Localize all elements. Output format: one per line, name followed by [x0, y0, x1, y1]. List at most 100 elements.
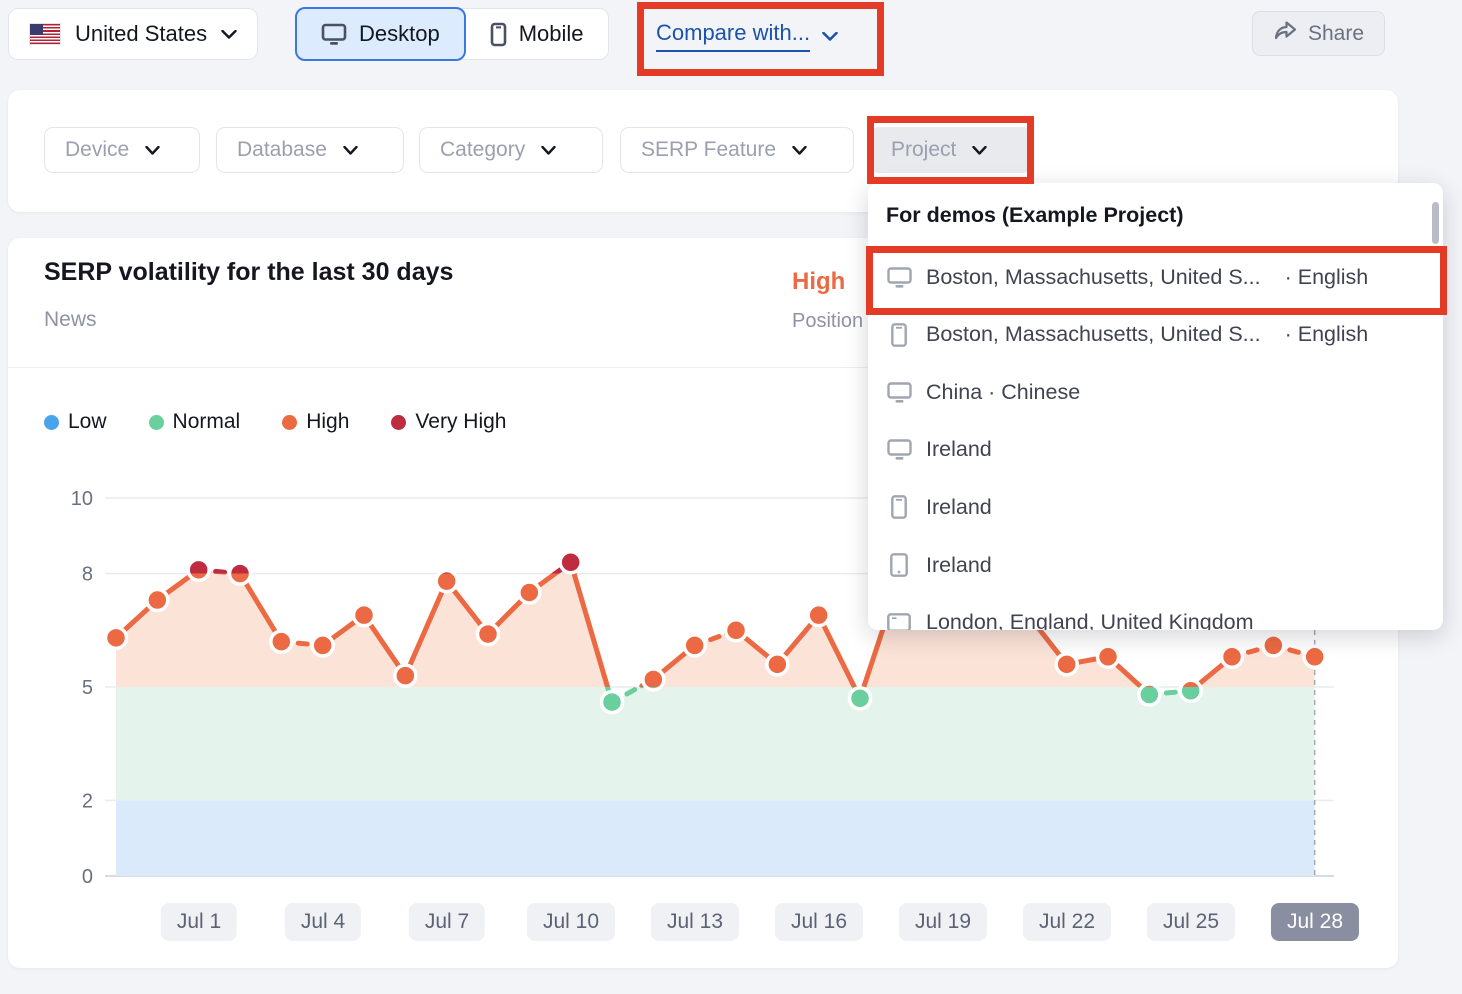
project-option-language: · English [1285, 265, 1369, 290]
database-filter-label: Database [237, 138, 327, 162]
project-option-3[interactable]: Ireland [868, 421, 1443, 479]
database-filter-button[interactable]: Database [216, 127, 404, 173]
mobile-label: Mobile [519, 21, 584, 47]
desktop-icon [321, 23, 347, 46]
data-point-jul-5[interactable] [354, 605, 375, 626]
data-point-jul-24[interactable] [1139, 684, 1160, 705]
tablet-landscape-icon [886, 613, 912, 630]
data-point-jul-10[interactable] [560, 552, 581, 573]
semrush-sensor-page: United States Desktop Mobile Compare wit… [0, 0, 1462, 994]
project-option-language: · English [1285, 322, 1369, 347]
data-point-jul-15[interactable] [767, 654, 788, 675]
legend-item-low: Low [44, 410, 107, 434]
tablet-icon [886, 553, 912, 577]
data-point-jul-27[interactable] [1263, 635, 1284, 656]
x-tick-jul-22[interactable]: Jul 22 [1023, 903, 1111, 941]
desktop-toggle-button[interactable]: Desktop [295, 7, 466, 61]
legend-dot [149, 415, 164, 430]
data-point-jul-25[interactable] [1180, 680, 1201, 701]
y-axis-label-5: 5 [82, 677, 93, 699]
project-option-name: Ireland [926, 495, 992, 520]
legend-label: Low [68, 410, 107, 434]
project-option-2[interactable]: China · Chinese [868, 363, 1443, 421]
data-point-jul-2[interactable] [230, 563, 251, 584]
y-axis-label-2: 2 [82, 790, 93, 812]
legend-dot [44, 415, 59, 430]
device-filter-label: Device [65, 138, 129, 162]
mobile-icon [886, 495, 912, 519]
share-arrow-icon [1273, 20, 1298, 47]
data-point-jul-11[interactable] [602, 692, 623, 713]
data-point-jul-8[interactable] [478, 624, 499, 645]
desktop-label: Desktop [359, 21, 440, 47]
project-option-5[interactable]: Ireland [868, 536, 1443, 594]
x-tick-jul-7[interactable]: Jul 7 [409, 903, 485, 941]
x-tick-jul-4[interactable]: Jul 4 [285, 903, 361, 941]
dropdown-scrollbar[interactable] [1432, 202, 1439, 244]
project-option-0[interactable]: Boston, Massachusetts, United S... · Engl… [868, 248, 1443, 306]
legend-item-normal: Normal [149, 410, 241, 434]
legend-dot [391, 415, 406, 430]
data-point-jul-1[interactable] [188, 559, 209, 580]
project-filter-button[interactable]: Project [870, 127, 1031, 173]
legend-label: High [306, 410, 349, 434]
us-flag-icon [29, 23, 61, 45]
mobile-toggle-button[interactable]: Mobile [466, 9, 608, 59]
chevron-down-icon [822, 32, 838, 41]
volatility-status-badge: High [792, 268, 845, 296]
data-point-jul-17[interactable] [850, 688, 871, 709]
x-tick-jul-28[interactable]: Jul 28 [1271, 903, 1359, 941]
data-point-jul-28[interactable] [1304, 646, 1325, 667]
data-point-jul-26[interactable] [1222, 646, 1243, 667]
data-point-jul-23[interactable] [1098, 646, 1119, 667]
data-point-jul-16[interactable] [808, 605, 829, 626]
category-filter-button[interactable]: Category [419, 127, 603, 173]
chevron-down-icon [145, 146, 160, 155]
data-point-jun-30[interactable] [147, 590, 168, 611]
project-option-name: Boston, Massachusetts, United S... [926, 265, 1261, 290]
data-point-jul-7[interactable] [436, 571, 457, 592]
project-option-6[interactable]: London, England, United Kingdom [868, 594, 1443, 630]
data-point-jul-4[interactable] [312, 635, 333, 656]
mobile-icon [490, 22, 507, 47]
x-tick-jul-19[interactable]: Jul 19 [899, 903, 987, 941]
share-label: Share [1308, 22, 1364, 46]
y-axis-label-0: 0 [82, 866, 93, 888]
data-point-jul-6[interactable] [395, 665, 416, 686]
project-option-name: Boston, Massachusetts, United S... [926, 322, 1261, 347]
x-tick-jul-1[interactable]: Jul 1 [161, 903, 237, 941]
data-point-jun-29[interactable] [106, 627, 127, 648]
legend-label: Very High [415, 410, 506, 434]
x-tick-jul-10[interactable]: Jul 10 [527, 903, 615, 941]
chart-subtitle: News [44, 308, 97, 332]
serp-feature-filter-label: SERP Feature [641, 138, 776, 162]
project-dropdown-menu: For demos (Example Project) Boston, Mass… [868, 183, 1443, 630]
country-selector[interactable]: United States [8, 8, 258, 60]
legend-item-very-high: Very High [391, 410, 506, 434]
compare-with-label: Compare with... [656, 20, 810, 52]
project-group-label: For demos (Example Project) [886, 203, 1184, 228]
device-toggle: Desktop Mobile [296, 8, 609, 60]
project-option-name: China · Chinese [926, 380, 1080, 405]
volatility-status-sub: Position [792, 310, 863, 333]
share-button[interactable]: Share [1252, 11, 1385, 56]
data-point-jul-3[interactable] [271, 631, 292, 652]
page-title: SERP volatility for the last 30 days [44, 258, 453, 287]
desktop-icon [886, 267, 912, 288]
project-option-4[interactable]: Ireland [868, 478, 1443, 536]
serp-feature-filter-button[interactable]: SERP Feature [620, 127, 854, 173]
data-point-jul-14[interactable] [726, 620, 747, 641]
device-filter-button[interactable]: Device [44, 127, 200, 173]
project-option-1[interactable]: Boston, Massachusetts, United S... · Engl… [868, 306, 1443, 364]
chart-legend: Low Normal High Very High [44, 410, 506, 434]
category-filter-label: Category [440, 138, 525, 162]
data-point-jul-13[interactable] [684, 635, 705, 656]
desktop-icon [886, 382, 912, 403]
data-point-jul-12[interactable] [643, 669, 664, 690]
x-tick-jul-16[interactable]: Jul 16 [775, 903, 863, 941]
x-tick-jul-25[interactable]: Jul 25 [1147, 903, 1235, 941]
compare-with-link[interactable]: Compare with... [656, 20, 838, 52]
data-point-jul-22[interactable] [1056, 654, 1077, 675]
data-point-jul-9[interactable] [519, 582, 540, 603]
x-tick-jul-13[interactable]: Jul 13 [651, 903, 739, 941]
